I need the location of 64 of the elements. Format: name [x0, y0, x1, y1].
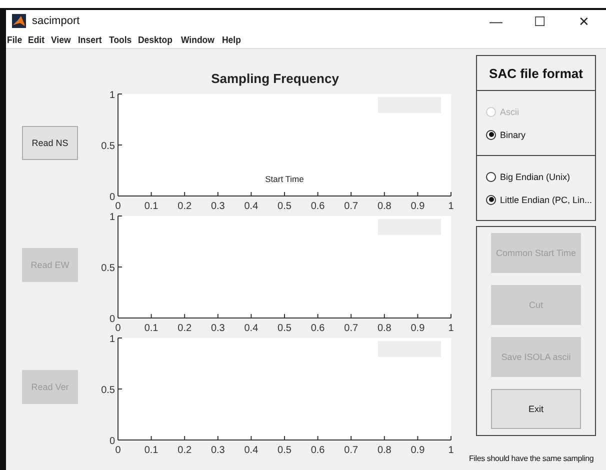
x-tick-label: 0.4 — [244, 201, 258, 212]
x-tick-label: 1 — [448, 323, 454, 334]
x-tick-label: 0.9 — [410, 201, 425, 212]
x-tick-label: 0.8 — [377, 201, 392, 212]
menu-item[interactable]: View — [51, 34, 72, 46]
x-tick-label: 0.8 — [377, 445, 392, 456]
x-tick-label: 0.4 — [244, 323, 258, 334]
menu-item[interactable]: File — [7, 34, 22, 46]
menu-item[interactable]: Help — [222, 34, 242, 46]
note-text: Files should have the same sampling — [469, 454, 595, 464]
y-tick-label: 0 — [109, 192, 115, 203]
y-tick-label: 1 — [109, 90, 115, 101]
x-tick-label: 0.1 — [144, 445, 158, 456]
app-logo-icon — [12, 14, 26, 28]
x-tick-label: 0.5 — [278, 201, 292, 212]
y-tick-label: 1 — [109, 334, 115, 345]
x-tick-label: 0.5 — [278, 445, 292, 456]
x-tick-label: 0.1 — [144, 201, 158, 212]
x-tick-label: 0 — [115, 201, 121, 212]
x-tick-label: 0.7 — [344, 201, 358, 212]
x-tick-label: 0.2 — [178, 201, 192, 212]
x-tick-label: 0 — [115, 323, 121, 334]
radio-option[interactable]: Binary — [486, 130, 595, 140]
menu-item[interactable]: Desktop — [138, 34, 173, 46]
menu-item[interactable]: Edit — [28, 34, 45, 46]
x-tick-label: 0.3 — [210, 323, 225, 334]
y-tick-label: 0 — [109, 314, 115, 325]
y-tick-label: 0 — [109, 436, 115, 447]
x-tick-label: 0.3 — [210, 445, 225, 456]
menu-item[interactable]: Insert — [78, 34, 102, 46]
x-tick-label: 0 — [115, 445, 121, 456]
x-tick-label: 0.2 — [178, 323, 192, 334]
x-tick-label: 0.9 — [410, 323, 425, 334]
window-control[interactable]: ☐ — [518, 14, 562, 28]
x-tick-label: 0.6 — [310, 323, 325, 334]
radio-option[interactable]: Big Endian (Unix) — [486, 172, 595, 182]
radio-option[interactable]: Little Endian (PC, Lin... — [486, 194, 595, 204]
menu-item[interactable]: Window — [180, 34, 214, 46]
figure-title: Sampling Frequency — [210, 71, 339, 88]
read-button[interactable]: Read NS — [22, 126, 78, 160]
x-tick-label: 0.7 — [344, 445, 358, 456]
x-tick-label: 0.9 — [410, 445, 425, 456]
x-tick-label: 0.6 — [310, 201, 325, 212]
y-tick-label: 0.5 — [101, 141, 115, 152]
x-tick-label: 0.1 — [144, 323, 158, 334]
x-tick-label: 0.6 — [310, 445, 325, 456]
window-control[interactable]: ✕ — [562, 14, 606, 28]
x-tick-label: 0.5 — [278, 323, 292, 334]
x-tick-label: 0.2 — [178, 445, 192, 456]
menu-item[interactable]: Tools — [108, 34, 132, 46]
action-button[interactable]: Exit — [491, 389, 581, 429]
window-title: sacimport — [32, 15, 81, 27]
x-tick-label: 1 — [448, 445, 454, 456]
y-tick-label: 1 — [109, 212, 115, 223]
x-tick-label: 0.3 — [210, 201, 225, 212]
x-tick-label: 0.8 — [377, 323, 392, 334]
x-axis-label: Start Time — [265, 174, 304, 184]
y-tick-label: 0.5 — [101, 385, 115, 396]
panel-title: SAC file format — [488, 64, 584, 82]
window-control[interactable]: — — [474, 14, 518, 28]
x-tick-label: 0.7 — [344, 323, 358, 334]
y-tick-label: 0.5 — [101, 263, 115, 274]
x-tick-label: 0.4 — [244, 445, 258, 456]
x-tick-label: 1 — [448, 201, 454, 212]
